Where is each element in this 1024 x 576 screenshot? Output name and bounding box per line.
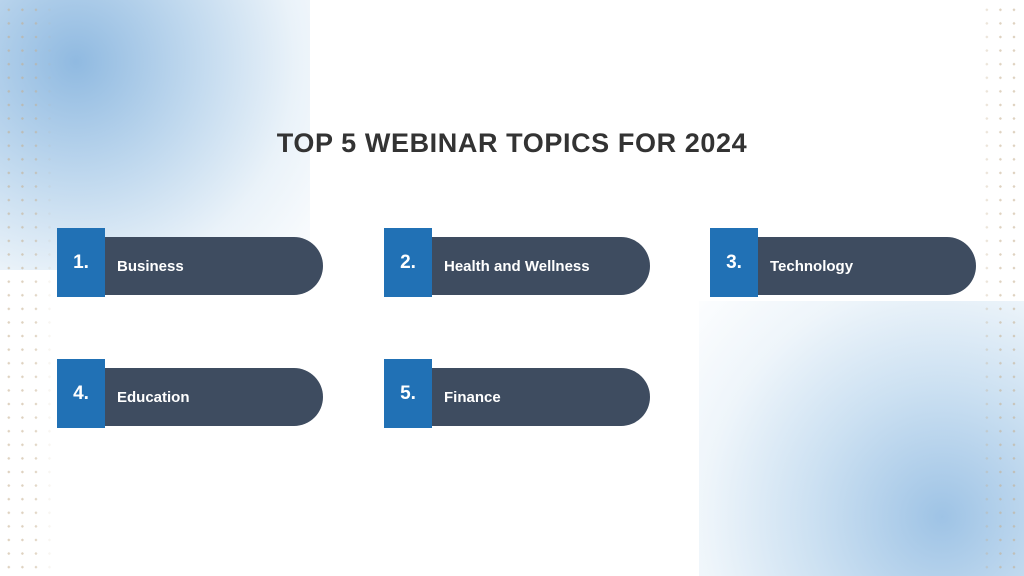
- topic-card[interactable]: 3. Technology: [710, 228, 976, 297]
- left-dot-grid-decoration: [0, 0, 54, 576]
- topic-label: Health and Wellness: [444, 257, 590, 275]
- topic-rank-number: 2.: [384, 228, 432, 297]
- topic-rank-number: 3.: [710, 228, 758, 297]
- topic-card[interactable]: 1. Business: [57, 228, 323, 297]
- topic-label: Education: [117, 388, 190, 406]
- topic-card[interactable]: 4. Education: [57, 359, 323, 428]
- topic-rank-number: 5.: [384, 359, 432, 428]
- topic-label: Business: [117, 257, 184, 275]
- bottom-right-glow-decoration: [699, 301, 1024, 576]
- right-dot-grid-decoration: [978, 0, 1024, 576]
- slide-canvas: TOP 5 WEBINAR TOPICS FOR 2024 1. Business…: [0, 0, 1024, 576]
- topic-label: Technology: [770, 257, 854, 275]
- topic-card[interactable]: 2. Health and Wellness: [384, 228, 650, 297]
- topic-card[interactable]: 5. Finance: [384, 359, 650, 428]
- slide-title: TOP 5 WEBINAR TOPICS FOR 2024: [276, 128, 748, 158]
- topic-rank-number: 1.: [57, 228, 105, 297]
- topic-rank-number: 4.: [57, 359, 105, 428]
- topic-label: Finance: [444, 388, 501, 406]
